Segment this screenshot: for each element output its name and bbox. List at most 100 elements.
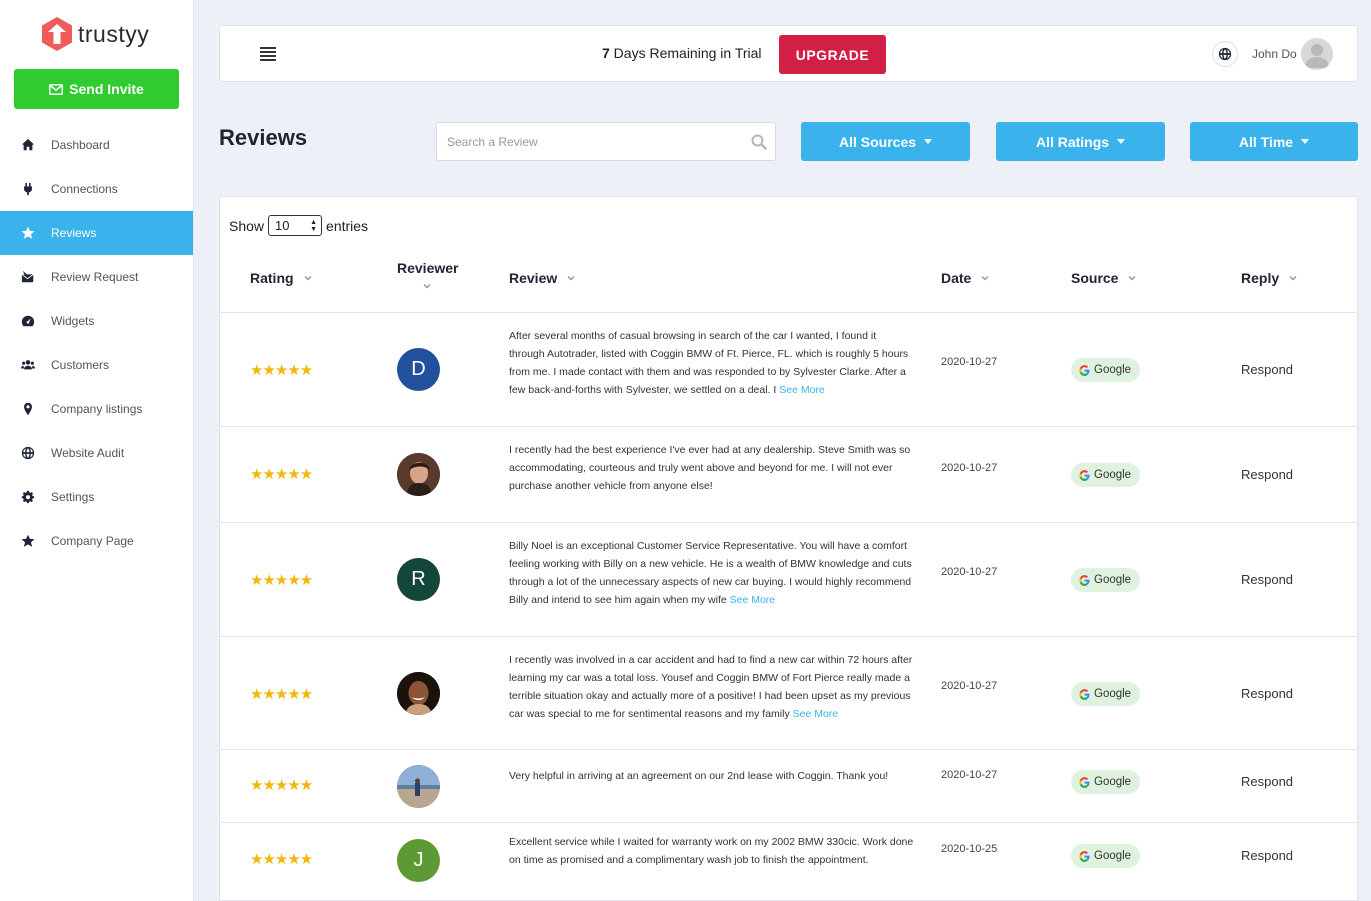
trial-days: 7 — [602, 45, 610, 61]
sidebar-item-company-page[interactable]: Company Page — [0, 519, 193, 563]
chevron-down-icon — [1128, 275, 1136, 281]
source-badge[interactable]: Google — [1071, 844, 1141, 868]
respond-link[interactable]: Respond — [1241, 848, 1293, 863]
review-body: Very helpful in arriving at an agreement… — [509, 770, 889, 782]
sidebar-item-connections[interactable]: Connections — [0, 167, 193, 211]
avatar[interactable]: J — [397, 839, 440, 882]
sidebar-item-website-audit[interactable]: Website Audit — [0, 431, 193, 475]
google-icon — [1079, 469, 1090, 481]
rating-stars: ★★★★★ — [250, 851, 313, 868]
avatar-initial: R — [411, 568, 426, 590]
sidebar-item-reviews[interactable]: Reviews — [0, 211, 193, 255]
source-badge[interactable]: Google — [1071, 770, 1141, 794]
all-sources-dropdown[interactable]: All Sources — [801, 122, 970, 161]
sidebar-item-customers[interactable]: Customers — [0, 343, 193, 387]
sidebar: trustyy Send Invite Dashboard Connection… — [0, 0, 194, 901]
search-input[interactable] — [437, 123, 737, 160]
sidebar-item-company-listings[interactable]: Company listings — [0, 387, 193, 431]
search-icon[interactable] — [751, 134, 767, 150]
pin-icon — [20, 401, 36, 417]
table-row: ★★★★★ R Billy Noel is an exceptional Cus… — [220, 523, 1357, 637]
rating-stars: ★★★★★ — [250, 362, 313, 379]
user-avatar[interactable] — [1301, 38, 1333, 70]
page-title: Reviews — [219, 125, 308, 150]
send-invite-button[interactable]: Send Invite — [14, 69, 179, 109]
review-text: After several months of casual browsing … — [509, 327, 914, 399]
rating-stars: ★★★★★ — [250, 686, 313, 703]
review-body: Billy Noel is an exceptional Customer Se… — [509, 540, 912, 606]
sidebar-item-widgets[interactable]: Widgets — [0, 299, 193, 343]
sidebar-item-label: Customers — [51, 358, 110, 372]
caret-down-icon — [1117, 139, 1126, 144]
column-header-reply[interactable]: Reply — [1241, 270, 1297, 286]
review-text: I recently had the best experience I've … — [509, 441, 914, 495]
column-header-date[interactable]: Date — [941, 270, 989, 286]
all-time-dropdown[interactable]: All Time — [1190, 122, 1358, 161]
sidebar-item-label: Widgets — [51, 314, 95, 328]
sidebar-item-review-request[interactable]: Review Request — [0, 255, 193, 299]
review-date: 2020-10-27 — [941, 769, 998, 781]
brand-logo[interactable]: trustyy — [40, 16, 149, 52]
google-icon — [1079, 688, 1090, 700]
brand-name: trustyy — [78, 20, 150, 47]
review-text: Excellent service while I waited for war… — [509, 833, 914, 869]
hamburger-menu-icon[interactable] — [260, 47, 276, 61]
review-date: 2020-10-27 — [941, 356, 998, 368]
respond-link[interactable]: Respond — [1241, 572, 1293, 587]
table-row: ★★★★★ D After several months of casual b… — [220, 313, 1357, 427]
respond-link[interactable]: Respond — [1241, 686, 1293, 701]
source-badge[interactable]: Google — [1071, 358, 1141, 382]
see-more-link[interactable]: See More — [730, 594, 776, 606]
see-more-link[interactable]: See More — [779, 384, 825, 396]
source-badge[interactable]: Google — [1071, 463, 1141, 487]
sidebar-item-settings[interactable]: Settings — [0, 475, 193, 519]
rating-stars: ★★★★★ — [250, 777, 313, 794]
source-badge[interactable]: Google — [1071, 568, 1141, 592]
user-name[interactable]: John Do — [1252, 47, 1297, 61]
chevron-down-icon — [567, 275, 575, 281]
all-ratings-dropdown[interactable]: All Ratings — [996, 122, 1165, 161]
column-header-reviewer[interactable]: Reviewer — [397, 260, 459, 290]
header-label: Rating — [250, 270, 294, 286]
star-icon — [20, 533, 36, 549]
language-globe-icon[interactable] — [1212, 41, 1238, 67]
home-icon — [20, 137, 36, 153]
header-label: Reviewer — [397, 260, 459, 276]
sidebar-item-label: Dashboard — [51, 138, 110, 152]
upgrade-button[interactable]: UPGRADE — [779, 35, 886, 74]
mail-icon — [20, 269, 36, 285]
trial-text: Days Remaining in Trial — [609, 45, 762, 61]
caret-down-icon — [1301, 139, 1310, 144]
search-box — [436, 122, 776, 161]
all-ratings-label: All Ratings — [1035, 133, 1110, 150]
see-more-link[interactable]: See More — [793, 708, 839, 720]
respond-link[interactable]: Respond — [1241, 774, 1293, 789]
column-header-source[interactable]: Source — [1071, 270, 1136, 286]
avatar[interactable]: D — [397, 348, 440, 391]
trial-notice: 7 Days Remaining in Trial — [602, 45, 762, 61]
avatar[interactable]: R — [397, 558, 440, 601]
envelope-icon — [49, 83, 64, 95]
plug-icon — [20, 181, 36, 197]
sidebar-item-label: Reviews — [51, 226, 97, 240]
avatar[interactable] — [397, 453, 440, 496]
source-label: Google — [1094, 574, 1132, 586]
source-label: Google — [1094, 469, 1132, 481]
respond-link[interactable]: Respond — [1241, 467, 1293, 482]
entries-value: 10 — [275, 218, 290, 233]
review-date: 2020-10-25 — [941, 843, 998, 855]
avatar[interactable] — [397, 765, 440, 808]
gauge-icon — [20, 313, 36, 329]
header-label: Date — [941, 270, 972, 286]
source-badge[interactable]: Google — [1071, 682, 1141, 706]
avatar[interactable] — [397, 672, 440, 715]
entries-select[interactable]: 10 ▲ ▼ — [268, 215, 323, 236]
column-header-review[interactable]: Review — [509, 270, 575, 286]
sidebar-item-label: Company listings — [51, 402, 143, 416]
star-icon — [20, 225, 36, 241]
sidebar-item-dashboard[interactable]: Dashboard — [0, 123, 193, 167]
respond-link[interactable]: Respond — [1241, 362, 1293, 377]
table-row: ★★★★★ I recently was involved in a car a… — [220, 637, 1357, 750]
column-header-rating[interactable]: Rating — [250, 270, 312, 286]
header-label: Source — [1071, 270, 1119, 286]
